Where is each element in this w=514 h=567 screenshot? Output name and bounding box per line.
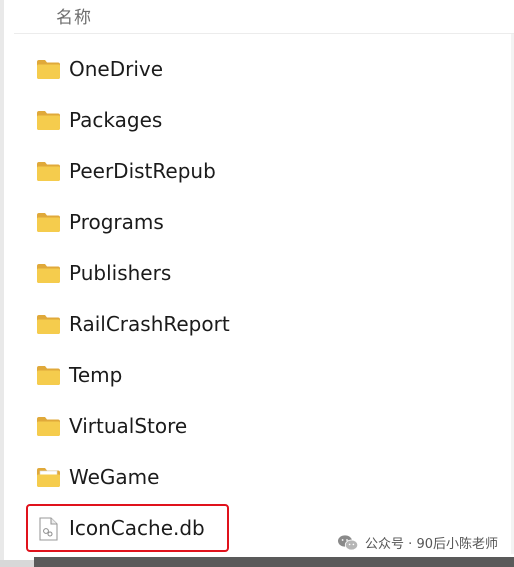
list-item-wegame[interactable]: WeGame [36,461,159,493]
bottom-bar-left [0,560,34,567]
item-label: OneDrive [69,57,164,81]
list-item-virtualstore[interactable]: VirtualStore [36,410,187,442]
list-item-onedrive[interactable]: OneDrive [36,53,163,85]
list-item-iconcache-db[interactable]: IconCache.db [36,512,205,544]
list-item-temp[interactable]: Temp [36,359,122,391]
list-item-programs[interactable]: Programs [36,206,164,238]
item-label: VirtualStore [69,414,188,438]
folder-icon [36,211,61,233]
list-item-railcrashreport[interactable]: RailCrashReport [36,308,230,340]
list-item-packages[interactable]: Packages [36,104,162,136]
watermark-text: 公众号 · 90后小陈老师 [365,537,498,552]
folder-icon [36,160,61,182]
list-item-publishers[interactable]: Publishers [36,257,171,289]
window-left-edge [0,0,4,567]
item-label: RailCrashReport [69,312,230,336]
folder-icon [36,58,61,80]
name-column-header[interactable]: 名称 [56,3,92,28]
wechat-icon [337,534,359,552]
folder-open-icon [36,466,61,488]
item-label: WeGame [69,465,160,489]
item-label: Packages [69,108,163,132]
folder-icon [36,364,61,386]
folder-icon [36,262,61,284]
item-label: IconCache.db [69,516,205,540]
horizontal-scrollbar[interactable] [34,557,514,567]
folder-icon [36,109,61,131]
header-divider [14,33,514,34]
item-label: Programs [69,210,164,234]
item-label: PeerDistRepub [69,159,216,183]
folder-icon [36,313,61,335]
file-icon [36,517,61,541]
item-label: Temp [69,363,123,387]
watermark: 公众号 · 90后小陈老师 [337,533,498,552]
list-item-peerdistrepub[interactable]: PeerDistRepub [36,155,216,187]
item-label: Publishers [69,261,172,285]
folder-icon [36,415,61,437]
